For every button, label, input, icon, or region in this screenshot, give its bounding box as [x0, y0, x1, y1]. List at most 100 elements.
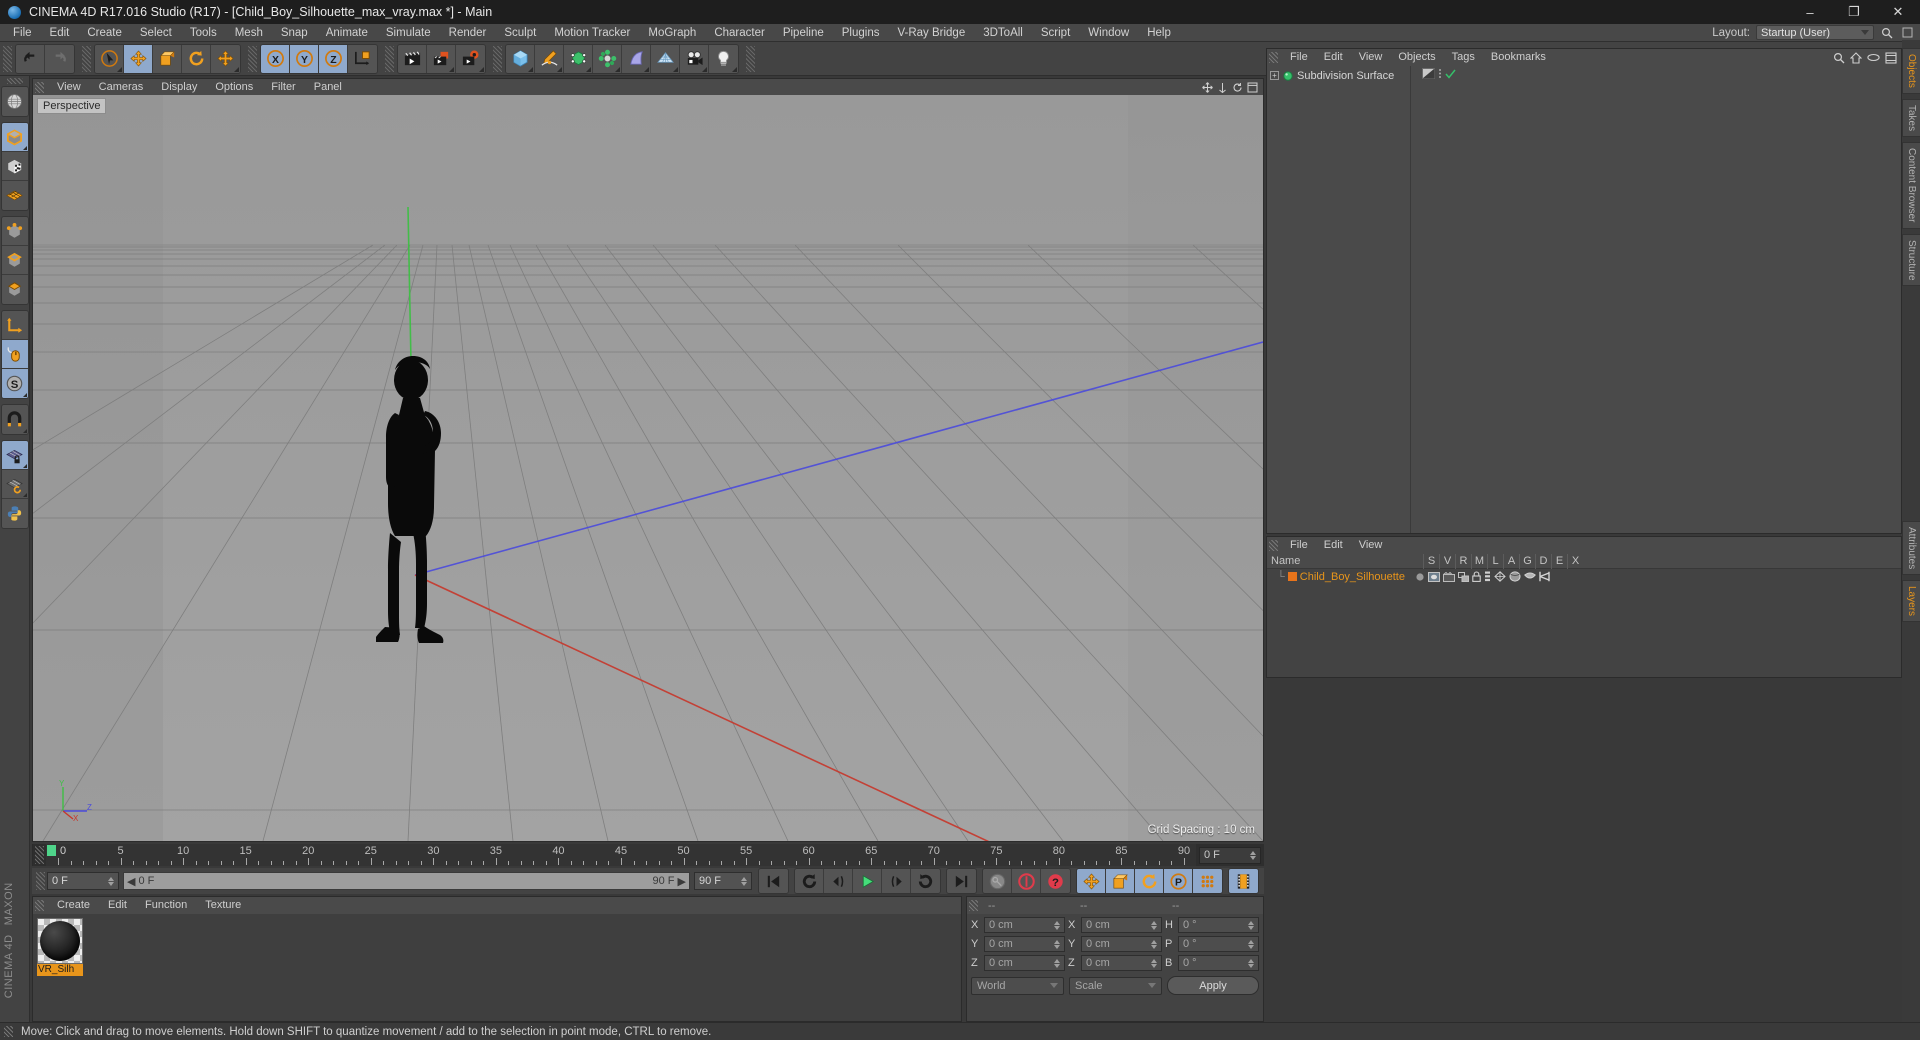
close-button[interactable]: ✕ — [1876, 0, 1920, 24]
menu-item-edit[interactable]: Edit — [41, 24, 79, 42]
render-settings-button[interactable] — [456, 44, 485, 73]
menu-item-motion-tracker[interactable]: Motion Tracker — [545, 24, 639, 42]
lock-z-axis-button[interactable]: Z — [319, 44, 348, 73]
lock-workplane-button[interactable] — [1, 441, 28, 470]
add-generator-button[interactable] — [564, 44, 593, 73]
column-header-x[interactable]: X — [1567, 553, 1583, 569]
stepper-icon[interactable] — [1248, 958, 1254, 968]
range-left-arrow-icon[interactable]: ◀ — [127, 875, 135, 888]
layer-row[interactable]: └ Child_Boy_Silhouette — [1267, 569, 1901, 584]
layer-menu-file[interactable]: File — [1282, 537, 1316, 554]
object-tags-column[interactable] — [1411, 66, 1901, 533]
rotation-key-button[interactable] — [1135, 869, 1164, 893]
manager-icon[interactable] — [1457, 571, 1469, 582]
add-floor-button[interactable] — [651, 44, 680, 73]
object-tag-row[interactable] — [1411, 66, 1901, 81]
toolbar-gripper[interactable] — [3, 45, 12, 72]
enable-snapping-button[interactable] — [1, 340, 28, 369]
layer-manager-gripper[interactable] — [1269, 540, 1278, 551]
move-alt-tool[interactable] — [211, 44, 240, 73]
right-tab-objects[interactable]: Objects — [1902, 48, 1920, 94]
material-tag-icon[interactable] — [1422, 68, 1435, 79]
column-header-r[interactable]: R — [1455, 553, 1471, 569]
menu-item-simulate[interactable]: Simulate — [377, 24, 440, 42]
playbar-gripper[interactable] — [36, 872, 45, 890]
coordinate-system-select[interactable]: World — [971, 976, 1064, 995]
object-tree[interactable]: + Subdivision Surface — [1267, 66, 1411, 533]
material-menu-function[interactable]: Function — [136, 897, 196, 914]
expand-toggle-icon[interactable]: + — [1270, 71, 1279, 80]
go-to-end-button[interactable] — [947, 869, 976, 893]
undo-view-button[interactable] — [1, 87, 28, 116]
object-menu-edit[interactable]: Edit — [1316, 49, 1351, 66]
layer-color-swatch[interactable] — [1287, 572, 1297, 581]
stepper-icon[interactable] — [108, 876, 114, 886]
workplane-rotate-button[interactable] — [1, 470, 28, 499]
check-icon[interactable] — [1445, 69, 1456, 79]
right-tab-structure[interactable]: Structure — [1902, 233, 1920, 287]
render-icon[interactable] — [1442, 571, 1455, 582]
menu-item-mesh[interactable]: Mesh — [226, 24, 272, 42]
pan-icon[interactable] — [1202, 81, 1213, 93]
column-header-s[interactable]: S — [1423, 553, 1439, 569]
current-frame-field[interactable]: 0 F — [47, 872, 119, 890]
expression-icon[interactable] — [1524, 572, 1536, 581]
menu-item-plugins[interactable]: Plugins — [833, 24, 889, 42]
viewport-canvas[interactable]: Perspective Y Z X Grid Spacing: 10 cm — [33, 95, 1263, 841]
lock-x-axis-button[interactable]: X — [261, 44, 290, 73]
eye-icon[interactable] — [1867, 53, 1880, 62]
viewport-gripper[interactable] — [35, 81, 44, 93]
size-z-input[interactable]: 0 cm — [1081, 955, 1162, 971]
object-menu-objects[interactable]: Objects — [1390, 49, 1443, 66]
menu-item-mograph[interactable]: MoGraph — [639, 24, 705, 42]
material-menu-texture[interactable]: Texture — [196, 897, 250, 914]
object-menu-view[interactable]: View — [1351, 49, 1391, 66]
undo-button[interactable] — [16, 44, 45, 73]
timeline-filmstrip-button[interactable] — [1229, 869, 1258, 893]
points-mode-button[interactable] — [1, 217, 28, 246]
add-deformer-button[interactable] — [593, 44, 622, 73]
end-frame-field[interactable]: 90 F — [694, 872, 752, 890]
next-frame-button[interactable] — [882, 869, 911, 893]
magnet-button[interactable] — [1, 405, 28, 434]
parameter-key-button[interactable]: P — [1164, 869, 1193, 893]
viewport-menu-filter[interactable]: Filter — [262, 79, 304, 95]
viewport-menu-view[interactable]: View — [48, 79, 90, 95]
menu-item-script[interactable]: Script — [1032, 24, 1079, 42]
add-scene-object-button[interactable] — [622, 44, 651, 73]
menu-item-create[interactable]: Create — [78, 24, 131, 42]
timeline-ruler[interactable]: 0 5 10 15 20 25 30 35 40 45 50 55 60 65 70 75 80 85 90 — [46, 844, 1196, 866]
rotation-h-input[interactable]: 0 ° — [1178, 917, 1259, 933]
polygons-mode-button[interactable] — [1, 275, 28, 304]
stepper-icon[interactable] — [1054, 958, 1060, 968]
position-x-input[interactable]: 0 cm — [984, 917, 1065, 933]
position-z-input[interactable]: 0 cm — [984, 955, 1065, 971]
right-tab-takes[interactable]: Takes — [1902, 98, 1920, 138]
column-header-l[interactable]: L — [1487, 553, 1503, 569]
toolbar-gripper[interactable] — [493, 45, 502, 72]
lock-icon[interactable] — [1472, 571, 1481, 582]
size-x-input[interactable]: 0 cm — [1081, 917, 1162, 933]
add-camera-button[interactable] — [680, 44, 709, 73]
stepper-icon[interactable] — [1054, 920, 1060, 930]
menu-item-tools[interactable]: Tools — [181, 24, 226, 42]
rotate-icon[interactable] — [1232, 82, 1243, 93]
material-item[interactable]: VR_Silh — [37, 918, 83, 976]
object-row-subdivision-surface[interactable]: + Subdivision Surface — [1267, 68, 1410, 83]
menu-item-window[interactable]: Window — [1079, 24, 1138, 42]
column-header-a[interactable]: A — [1503, 553, 1519, 569]
search-icon[interactable] — [1880, 26, 1894, 40]
menu-item-pipeline[interactable]: Pipeline — [774, 24, 833, 42]
deformer-icon[interactable] — [1509, 571, 1521, 582]
stepper-icon[interactable] — [1250, 850, 1256, 860]
status-gripper[interactable] — [4, 1026, 13, 1037]
size-y-input[interactable]: 0 cm — [1081, 936, 1162, 952]
timeline-gripper[interactable] — [35, 846, 44, 864]
maximize-button[interactable]: ❐ — [1832, 0, 1876, 24]
menu-item-character[interactable]: Character — [705, 24, 774, 42]
preview-range-slider[interactable]: ◀ 0 F 90 F ▶ — [123, 872, 690, 890]
play-button[interactable] — [853, 869, 882, 893]
viewport-menu-display[interactable]: Display — [152, 79, 206, 95]
layout-select[interactable]: Startup (User) — [1756, 25, 1874, 40]
previous-frame-button[interactable] — [824, 869, 853, 893]
